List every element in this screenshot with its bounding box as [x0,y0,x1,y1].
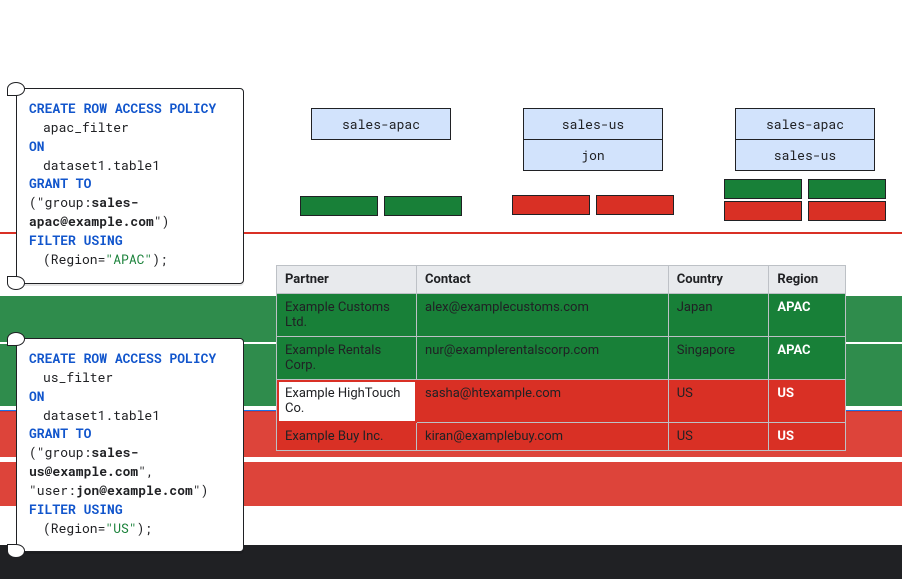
flag-jon: jon [523,140,663,171]
mini-cell [808,201,886,221]
flag-sales-us: sales-us [523,108,663,140]
flag-sales-apac: sales-apac [735,108,875,140]
mini-cell [384,196,462,216]
cell-contact: alex@examplecustoms.com [417,294,669,337]
policy-name: apac_filter [29,118,231,137]
policy-grantees: ("group:sales-us@example.com", [29,443,231,481]
mini-cell [724,179,802,199]
table-header-row: Partner Contact Country Region [277,266,846,294]
mini-cell [724,201,802,221]
cell-contact: nur@examplerentalscorp.com [417,337,669,380]
cell-region: US [769,423,846,451]
policy-filter-expr: (Region="APAC"); [29,250,231,269]
col-region: Region [769,266,846,294]
table-row: Example Customs Ltd.alex@examplecustoms.… [277,294,846,337]
flag-sales-apac: sales-apac [311,108,451,140]
kw-grant: GRANT TO [29,174,91,192]
policy-target: dataset1.table1 [29,156,231,175]
col-partner: Partner [277,266,417,294]
flag-sales-us: sales-us [735,140,875,171]
policy-target: dataset1.table1 [29,406,231,425]
cell-region: APAC [769,337,846,380]
scroll-ornament [7,82,25,96]
table-row: Example HighTouch Co.sasha@htexample.com… [277,380,846,423]
cell-partner: Example Buy Inc. [277,423,417,451]
kw-create: CREATE ROW ACCESS POLICY [29,349,216,367]
cell-partner: Example HighTouch Co. [277,380,417,423]
policy-grantees-2: "user:jon@example.com") [29,481,231,500]
mini-cell [512,195,590,215]
kw-create: CREATE ROW ACCESS POLICY [29,99,216,117]
kw-filter: FILTER USING [29,500,123,518]
cell-country: US [668,423,769,451]
group-col-us: sales-us jon [512,108,674,221]
group-col-apac: sales-apac [300,108,462,221]
scroll-ornament [7,332,25,346]
kw-grant: GRANT TO [29,424,91,442]
cell-country: Singapore [668,337,769,380]
policy-grantees: ("group:sales-apac@example.com") [29,193,231,231]
mini-table [724,179,886,199]
mini-table [300,196,462,216]
mini-table [724,201,886,221]
scroll-ornament [7,276,25,290]
kw-on: ON [29,387,45,405]
policy-card-apac: CREATE ROW ACCESS POLICY apac_filter ON … [16,88,244,284]
kw-filter: FILTER USING [29,231,123,249]
table-row: Example Rentals Corp.nur@examplerentalsc… [277,337,846,380]
cell-country: Japan [668,294,769,337]
cell-partner: Example Rentals Corp. [277,337,417,380]
policy-name: us_filter [29,368,231,387]
policy-filter-expr: (Region="US"); [29,519,231,538]
mini-cell [596,195,674,215]
cell-contact: sasha@htexample.com [417,380,669,423]
mini-cell [300,196,378,216]
table-row: Example Buy Inc.kiran@examplebuy.comUSUS [277,423,846,451]
kw-on: ON [29,137,45,155]
policy-card-us: CREATE ROW ACCESS POLICY us_filter ON da… [16,338,244,552]
mini-cell [808,179,886,199]
cell-contact: kiran@examplebuy.com [417,423,669,451]
group-flags-row: sales-apac sales-us jon sales-apac sales… [300,108,886,221]
col-country: Country [668,266,769,294]
cell-region: US [769,380,846,423]
cell-country: US [668,380,769,423]
col-contact: Contact [417,266,669,294]
cell-partner: Example Customs Ltd. [277,294,417,337]
mini-table [512,195,674,215]
dataset-table: Partner Contact Country Region Example C… [276,265,846,451]
cell-region: APAC [769,294,846,337]
group-col-both: sales-apac sales-us [724,108,886,221]
